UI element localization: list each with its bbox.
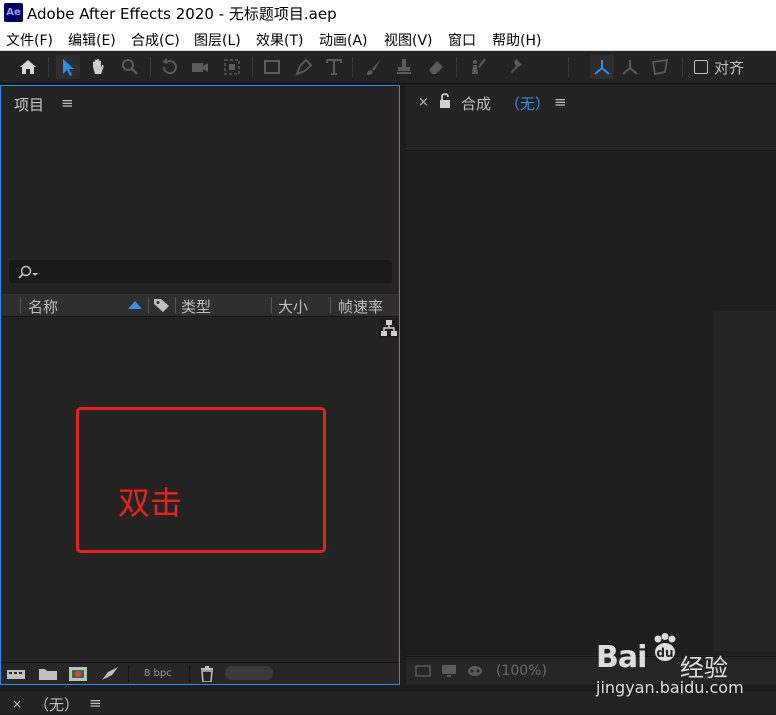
selection-tool-icon[interactable] [56,55,80,79]
column-size[interactable]: 大小 [278,296,308,317]
project-panel: 项目 ≡ 名称 类型 大小 帧速率 8 bpc [0,85,400,685]
search-icon[interactable] [17,264,39,280]
composition-canvas [713,311,776,651]
menu-help[interactable]: 帮助(H) [492,30,541,50]
annotation-box [76,407,326,553]
composition-tab-label[interactable]: 合成 [461,93,491,114]
close-icon[interactable]: × [12,697,22,711]
axis-view-icon[interactable] [648,55,672,79]
paw-icon: du [650,633,680,663]
project-column-header: 名称 类型 大小 帧速率 [1,294,399,317]
preview-toggle-icon[interactable] [414,663,432,679]
hand-tool-icon[interactable] [86,55,110,79]
eraser-tool-icon[interactable] [424,55,448,79]
window-title: Adobe After Effects 2020 - 无标题项目.aep [27,5,337,23]
rotate-tool-icon[interactable] [158,55,182,79]
puppet-pin-tool-icon[interactable] [504,55,528,79]
axis-local-icon[interactable] [590,55,614,79]
column-framerate[interactable]: 帧速率 [338,296,383,317]
menu-file[interactable]: 文件(F) [6,30,53,50]
rectangle-tool-icon[interactable] [260,55,284,79]
render-queue-icon[interactable] [100,666,120,682]
composition-viewer[interactable] [406,152,776,655]
menu-layer[interactable]: 图层(L) [194,30,241,50]
brush-tool-icon[interactable] [362,55,386,79]
watermark-url: jingyan.baidu.com [596,678,744,697]
home-icon[interactable] [16,55,40,79]
menu-effect[interactable]: 效果(T) [256,30,303,50]
bit-depth-button[interactable]: 8 bpc [144,668,172,679]
app-logo: Ae [4,3,23,22]
panel-menu-icon[interactable]: ≡ [89,694,102,712]
zoom-dropdown[interactable]: (100%) [496,663,547,679]
interpret-footage-icon[interactable] [6,666,26,682]
menu-bar: 文件(F) 编辑(E) 合成(C) 图层(L) 效果(T) 动画(A) 视图(V… [0,26,776,51]
new-folder-icon[interactable] [38,666,58,682]
align-checkbox[interactable] [694,60,708,74]
menu-composition[interactable]: 合成(C) [131,30,180,50]
new-composition-icon[interactable] [68,666,88,682]
composition-panel: × 合成 （无） ≡ (100%) [406,85,776,685]
align-label: 对齐 [714,59,745,77]
menu-edit[interactable]: 编辑(E) [68,30,116,50]
composition-tab-bar: × 合成 （无） ≡ [406,85,776,151]
tools-toolbar: 对齐 [0,51,776,84]
monitor-icon[interactable] [440,663,458,679]
clone-stamp-tool-icon[interactable] [392,55,416,79]
panel-menu-icon[interactable]: ≡ [61,94,74,112]
axis-world-icon[interactable] [618,55,642,79]
menu-window[interactable]: 窗口 [448,30,476,50]
mask-visibility-icon[interactable] [466,663,484,679]
column-name[interactable]: 名称 [28,296,58,317]
column-type[interactable]: 类型 [181,296,211,317]
flowchart-icon[interactable] [379,318,399,338]
unlock-icon[interactable] [438,93,452,109]
close-icon[interactable]: × [418,95,429,110]
roto-brush-tool-icon[interactable] [466,55,490,79]
menu-animation[interactable]: 动画(A) [319,30,368,50]
annotation-text: 双击 [118,484,183,522]
timeline-tab-name[interactable]: （无） [34,694,79,715]
title-bar: Ae Adobe After Effects 2020 - 无标题项目.aep [0,0,776,26]
horizontal-scrollbar[interactable] [225,666,273,680]
menu-view[interactable]: 视图(V) [384,30,433,50]
pen-tool-icon[interactable] [292,55,316,79]
project-search-input[interactable] [9,260,392,283]
project-footer-bar: 8 bpc [1,662,399,684]
label-tag-icon[interactable] [153,297,171,313]
composition-tab-name[interactable]: （无） [505,93,550,114]
svg-text:du: du [656,646,673,660]
text-tool-icon[interactable] [322,55,346,79]
watermark-logo: Bai [596,640,647,675]
zoom-tool-icon[interactable] [118,55,142,79]
panel-menu-icon[interactable]: ≡ [554,93,567,111]
camera-tool-icon[interactable] [188,55,212,79]
trash-icon[interactable] [197,666,217,683]
sort-ascending-icon[interactable] [128,301,142,309]
project-panel-title[interactable]: 项目 [14,94,44,115]
pan-behind-tool-icon[interactable] [220,55,244,79]
